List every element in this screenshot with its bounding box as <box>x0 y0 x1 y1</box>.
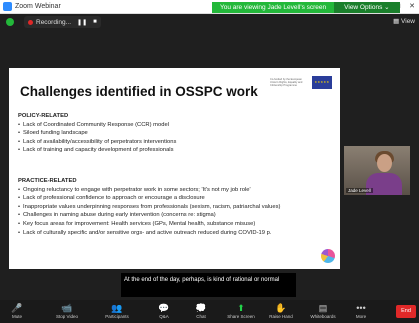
zoom-app-icon <box>3 2 12 11</box>
list-item: Lack of training and capacity developmen… <box>18 146 176 155</box>
stop-recording-button[interactable]: ■ <box>93 19 97 25</box>
qa-icon: 💬 <box>158 303 170 313</box>
list-item: Ongoing reluctancy to engage with perpet… <box>18 186 280 195</box>
pause-recording-button[interactable]: ❚❚ <box>77 19 87 26</box>
more-icon: ••• <box>356 303 366 313</box>
viewing-screen-label: You are viewing Jade Levell's screen <box>212 2 335 13</box>
whiteboards-button[interactable]: ▤ Whiteboards <box>308 302 338 320</box>
share-screen-button[interactable]: ⬆ Share Screen <box>226 302 256 320</box>
project-logo-icon <box>321 249 335 263</box>
meeting-status-bar: Recording... ❚❚ ■ <box>0 14 419 30</box>
stop-video-button[interactable]: 📹 Stop Video <box>52 302 82 320</box>
more-button[interactable]: ••• More <box>346 302 376 320</box>
share-screen-icon: ⬆ <box>237 303 245 313</box>
recording-indicator: Recording... ❚❚ ■ <box>24 16 101 28</box>
close-button[interactable]: ✕ <box>405 0 419 13</box>
list-item: Challenges in naming abuse during early … <box>18 211 280 220</box>
participant-name: Jade Levell <box>346 188 373 193</box>
qa-button[interactable]: 💬 Q&A <box>149 302 179 320</box>
speaker-video-tile[interactable]: Jade Levell <box>344 146 410 195</box>
eu-funding-logo: Co-funded by the European Union's Rights… <box>260 73 332 91</box>
end-meeting-button[interactable]: End <box>396 305 416 318</box>
policy-section: POLICY-RELATED Lack of Coordinated Commu… <box>18 113 176 155</box>
list-item: Key focus areas for improvement: Health … <box>18 220 280 229</box>
share-view-bar: You are viewing Jade Levell's screen Vie… <box>212 2 400 13</box>
list-item: Lack of availability/accessibility of pe… <box>18 138 176 147</box>
window-title: Zoom Webinar <box>15 3 61 10</box>
participants-button[interactable]: 👥 Participants <box>102 302 132 320</box>
video-camera-icon: 📹 <box>61 303 73 313</box>
practice-section: PRACTICE-RELATED Ongoing reluctancy to e… <box>18 178 280 237</box>
slide-title: Challenges identified in OSSPC work <box>20 84 258 99</box>
shared-slide: Co-funded by the European Union's Rights… <box>9 68 340 269</box>
record-dot-icon <box>28 19 33 25</box>
section-heading: POLICY-RELATED <box>18 113 69 119</box>
section-heading: PRACTICE-RELATED <box>18 178 77 184</box>
recording-label: Recording... <box>36 18 72 26</box>
list-item: Siloed funding landscape <box>18 129 176 138</box>
view-options-button[interactable]: View Options ⌄ <box>334 2 400 13</box>
raise-hand-button[interactable]: ✋ Raise Hand <box>266 302 296 320</box>
list-item: Inappropriate values underpinning respon… <box>18 203 280 212</box>
whiteboard-icon: ▤ <box>318 303 328 313</box>
list-item: Lack of Coordinated Community Response (… <box>18 121 176 130</box>
view-layout-button[interactable]: ▦ View <box>393 17 415 25</box>
list-item: Lack of culturally specific and/or sensi… <box>18 229 280 238</box>
chat-icon: 💭 <box>195 303 207 313</box>
microphone-icon: 🎤 <box>11 303 23 313</box>
zoom-window: Zoom Webinar – □ ✕ You are viewing Jade … <box>0 0 419 323</box>
raise-hand-icon: ✋ <box>275 303 287 313</box>
closed-caption: At the end of the day, perhaps, is kind … <box>121 273 296 297</box>
participants-icon: 👥 <box>111 303 123 313</box>
list-item: Lack of professional confidence to appro… <box>18 194 280 203</box>
funding-logo-text: Co-funded by the European Union's Rights… <box>270 77 303 87</box>
meeting-toolbar: 🎤 Mute 📹 Stop Video 👥 Participants 💬 Q&A… <box>0 300 419 323</box>
shield-icon[interactable] <box>6 18 14 26</box>
chat-button[interactable]: 💭 Chat <box>186 302 216 320</box>
mute-button[interactable]: 🎤 Mute <box>2 302 32 320</box>
eu-flag-icon: ★★★★★ <box>312 75 332 89</box>
